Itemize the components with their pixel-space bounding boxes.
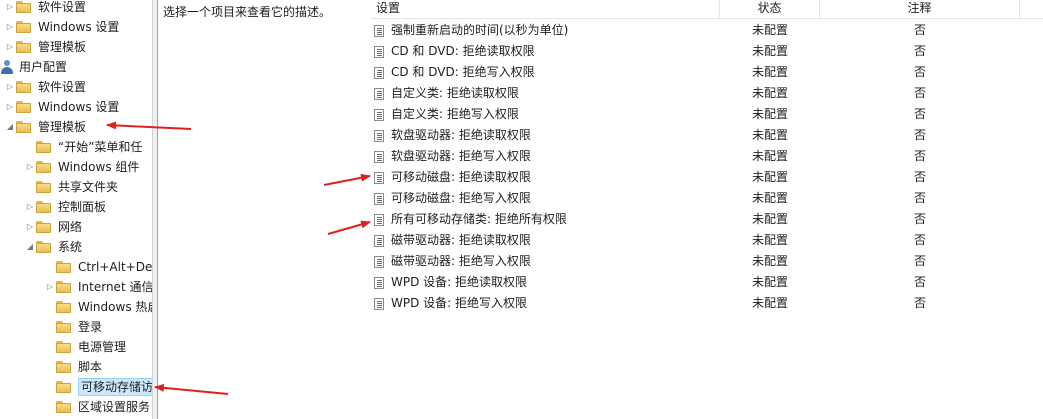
arrow-to-admin-templates xyxy=(106,121,192,130)
arrow-to-all-removable-storage xyxy=(327,220,371,235)
arrow-to-removable-storage-folder xyxy=(154,383,229,395)
arrow-to-removable-disk-read xyxy=(323,173,371,186)
annotation-arrows xyxy=(106,121,371,395)
